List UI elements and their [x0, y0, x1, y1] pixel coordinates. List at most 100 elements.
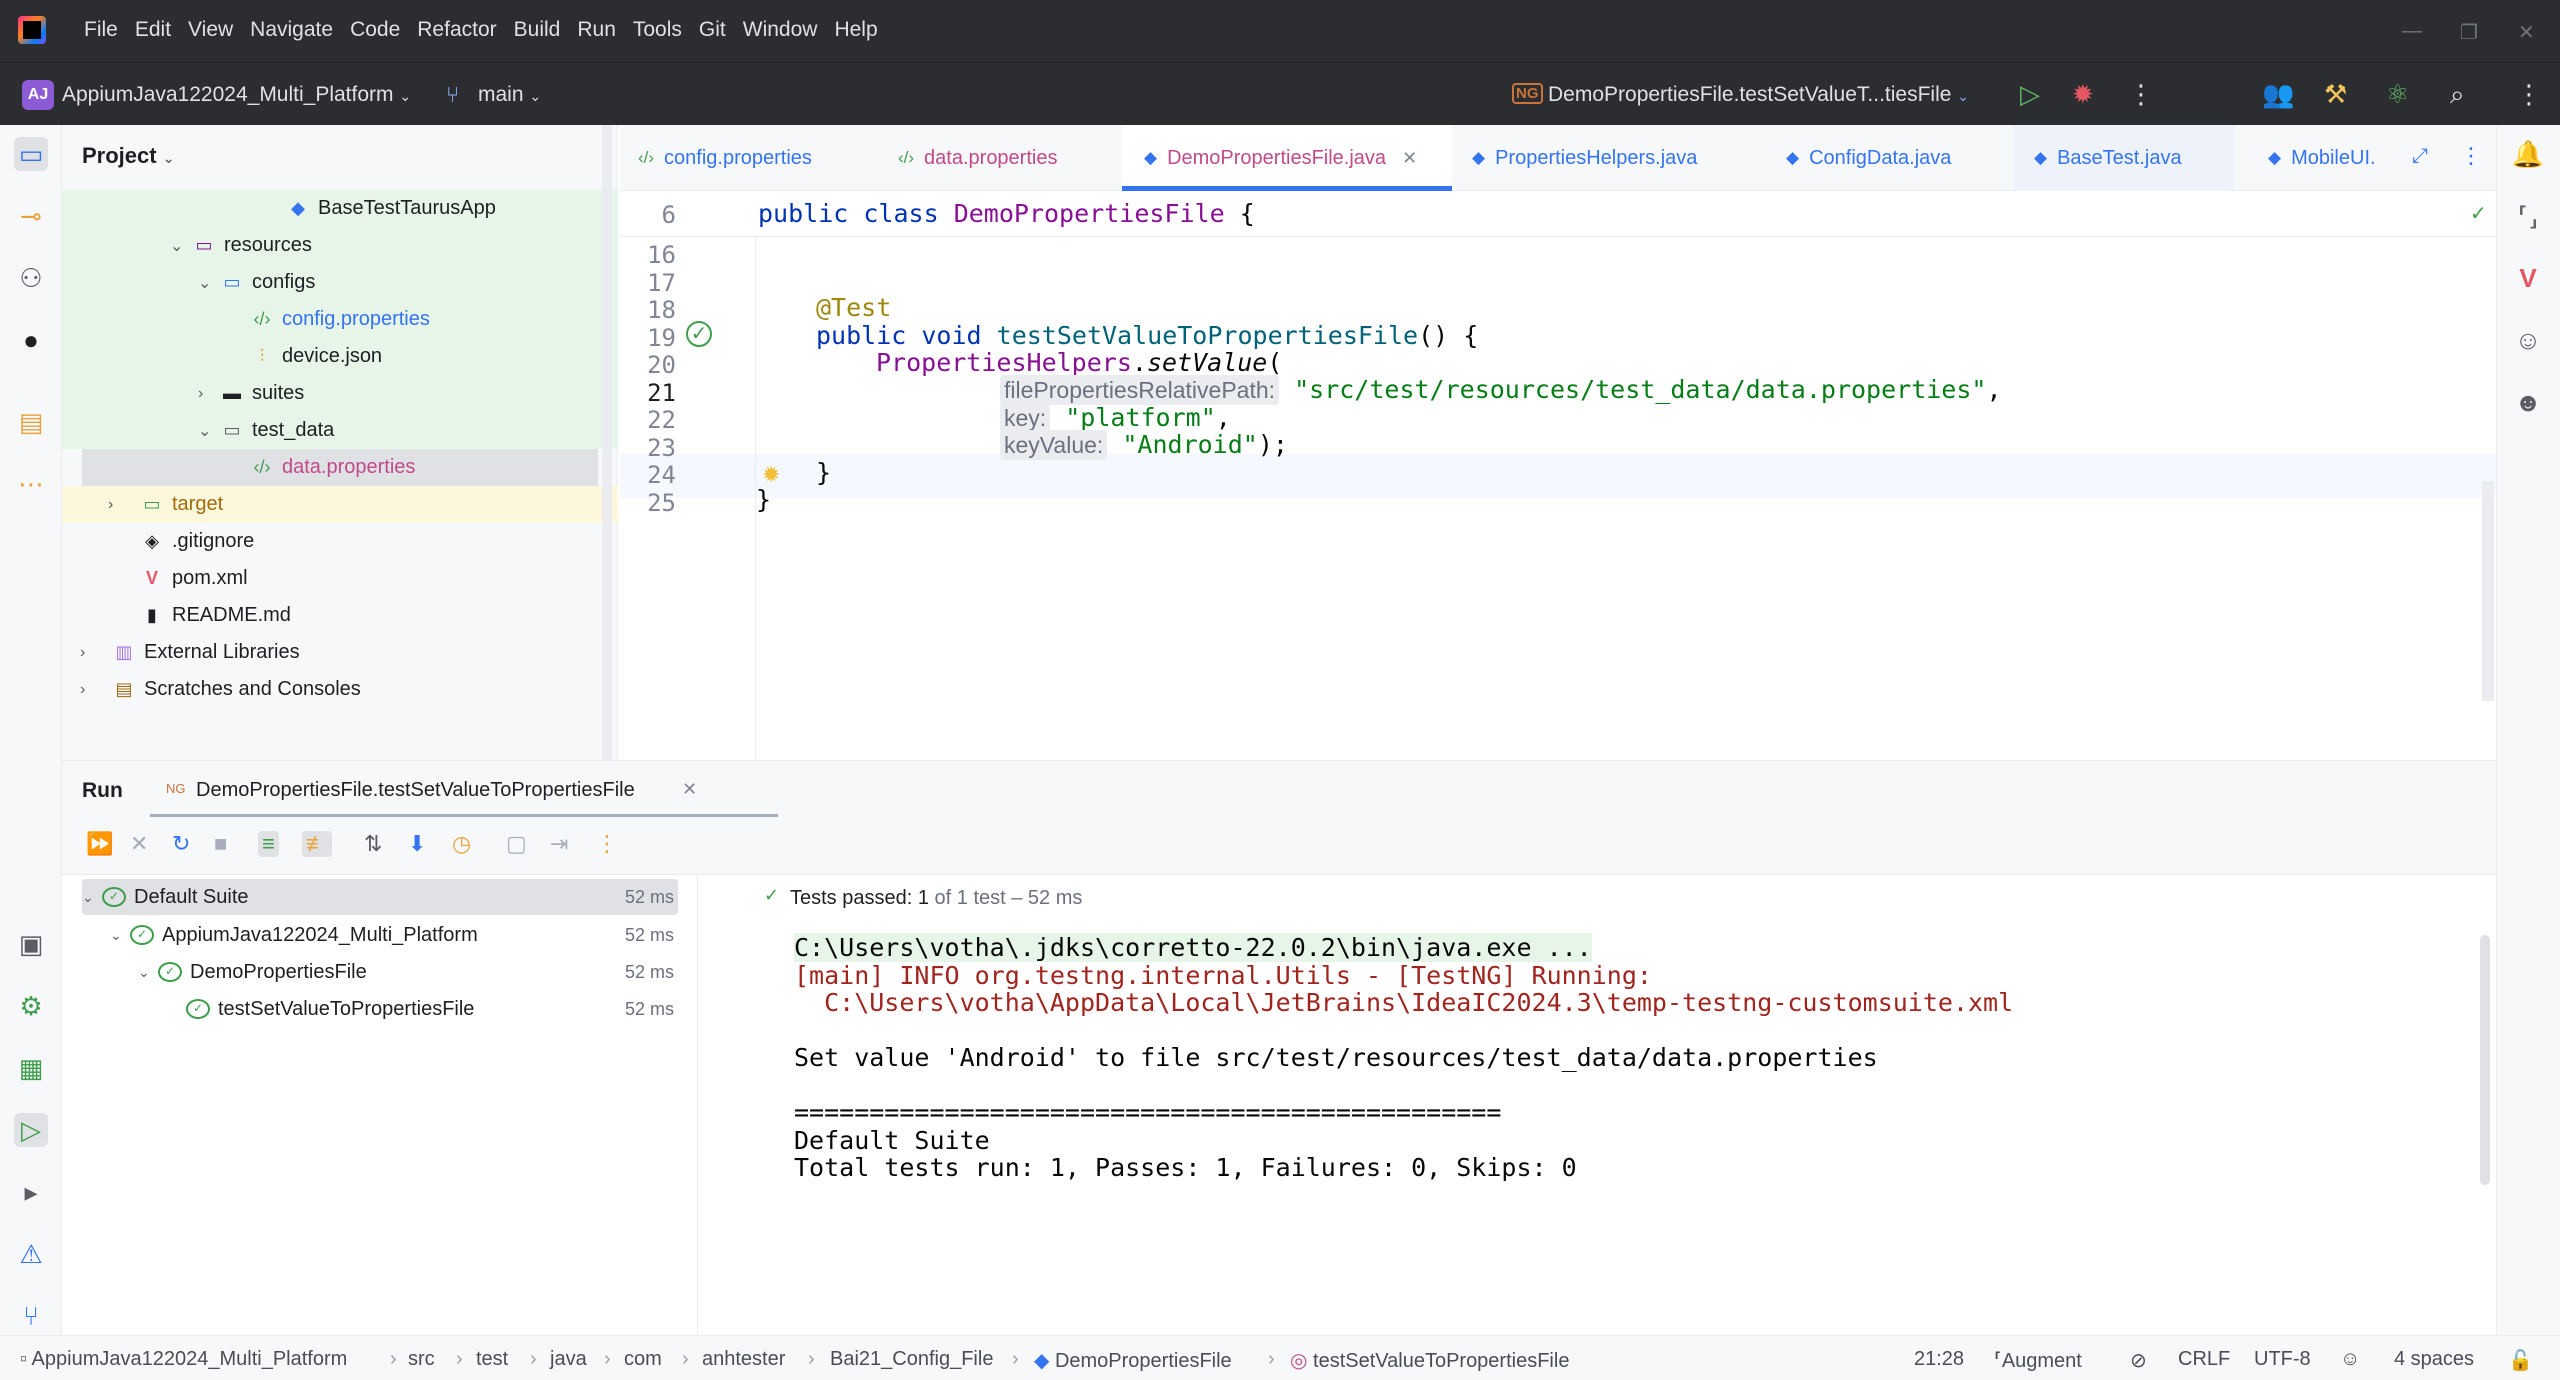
- tree-item-device-json[interactable]: ⫶ device.json: [62, 338, 618, 375]
- tree-item-configs[interactable]: ⌄ ▭ configs: [62, 264, 618, 301]
- test-node-method[interactable]: ✓ testSetValueToPropertiesFile 52 ms: [186, 991, 678, 1027]
- project-scrollbar[interactable]: [602, 125, 612, 760]
- breadcrumb-item[interactable]: test: [476, 1348, 508, 1371]
- breadcrumb-item[interactable]: Bai21_Config_File: [830, 1348, 993, 1371]
- menu-run[interactable]: Run: [577, 18, 616, 42]
- chevron-down-icon[interactable]: ⌄: [110, 927, 130, 944]
- more-vertical-icon[interactable]: ⋮: [2516, 79, 2542, 110]
- breadcrumb-item[interactable]: com: [624, 1348, 662, 1371]
- branch-selector[interactable]: main ⌄: [478, 83, 541, 107]
- close-tab-icon[interactable]: ✕: [1402, 148, 1417, 169]
- menu-edit[interactable]: Edit: [135, 18, 171, 42]
- breadcrumb-item[interactable]: ◆ DemoPropertiesFile: [1034, 1348, 1232, 1373]
- file-encoding[interactable]: UTF-8: [2254, 1348, 2311, 1371]
- chevron-down-icon[interactable]: ⌄: [138, 964, 158, 981]
- tab-demopropertiesfile[interactable]: ◆ DemoPropertiesFile.java ✕: [1122, 125, 1452, 191]
- line-separator[interactable]: CRLF: [2178, 1348, 2230, 1371]
- maven-icon[interactable]: V: [2511, 261, 2545, 295]
- project-selector[interactable]: AppiumJava122024_Multi_Platform ⌄: [62, 83, 411, 107]
- chevron-right-icon[interactable]: ›: [80, 681, 100, 699]
- code-editor[interactable]: 6 public class DemoPropertiesFile { ✓ 16…: [620, 191, 2496, 759]
- breadcrumb-item[interactable]: ◎ testSetValueToPropertiesFile: [1290, 1348, 1569, 1373]
- close-window-icon[interactable]: ✕: [2518, 20, 2535, 45]
- tree-item-scratches[interactable]: › ▤ Scratches and Consoles: [62, 671, 618, 708]
- terminal-icon[interactable]: ▸: [14, 1175, 48, 1209]
- inspection-ok-icon[interactable]: ✓: [2470, 201, 2487, 226]
- copilot-chat-icon[interactable]: ☻: [2511, 385, 2545, 419]
- more-vertical-icon[interactable]: ⋮: [2128, 79, 2154, 110]
- build-tools-icon[interactable]: ⚒: [2324, 79, 2347, 110]
- screenshot-icon[interactable]: ▢: [506, 831, 527, 857]
- more-vertical-icon[interactable]: ⋮: [2460, 143, 2482, 169]
- caret-position[interactable]: 21:28: [1914, 1348, 1964, 1371]
- editor-scrollbar[interactable]: [2482, 481, 2494, 701]
- database-icon[interactable]: ▤: [14, 405, 48, 439]
- code-with-me-icon[interactable]: 👥: [2262, 79, 2294, 110]
- minimize-icon[interactable]: —: [2402, 20, 2422, 43]
- rerun-failed-icon[interactable]: ⏩: [86, 831, 113, 857]
- search-icon[interactable]: ⌕: [2450, 79, 2465, 111]
- run-icon[interactable]: ▷: [2020, 79, 2040, 110]
- tree-item-config-properties[interactable]: ‹/› config.properties: [62, 301, 618, 338]
- menu-build[interactable]: Build: [514, 18, 561, 42]
- tree-item-data-properties[interactable]: ‹/› data.properties: [82, 449, 598, 486]
- exit-icon[interactable]: ⇥: [550, 831, 568, 857]
- git-icon[interactable]: ⑂: [14, 1299, 48, 1333]
- history-icon[interactable]: ◷: [452, 831, 471, 857]
- augment-widget[interactable]: ⸢Augment: [1994, 1348, 2082, 1373]
- tree-item-suites[interactable]: › ▬ suites: [62, 375, 618, 412]
- menu-code[interactable]: Code: [350, 18, 400, 42]
- expand-icon[interactable]: ⤢: [2412, 145, 2428, 168]
- tab-propertieshelpers[interactable]: ◆ PropertiesHelpers.java: [1472, 125, 1697, 191]
- more-vertical-icon[interactable]: ⋮: [596, 831, 618, 857]
- services-icon[interactable]: ⚙: [14, 989, 48, 1023]
- sticky-header[interactable]: 6 public class DemoPropertiesFile { ✓: [620, 191, 2496, 237]
- restore-icon[interactable]: ❐: [2460, 20, 2478, 45]
- breadcrumb-item[interactable]: anhtester: [702, 1348, 785, 1371]
- code-vision-icon[interactable]: ⸢⸥: [2511, 199, 2545, 233]
- intellij-logo-icon[interactable]: [18, 16, 46, 44]
- rerun-icon[interactable]: ↻: [172, 831, 190, 857]
- export-icon[interactable]: ⬇: [408, 831, 426, 857]
- test-node-project[interactable]: ⌄ ✓ AppiumJava122024_Multi_Platform 52 m…: [110, 917, 678, 953]
- tree-item-resources[interactable]: ⌄ ▭ resources: [62, 227, 618, 264]
- menu-help[interactable]: Help: [834, 18, 877, 42]
- chevron-right-icon[interactable]: ›: [108, 496, 128, 514]
- github-icon[interactable]: ●: [14, 323, 48, 357]
- tree-item-target[interactable]: › ▭ target: [62, 486, 618, 523]
- menu-view[interactable]: View: [188, 18, 233, 42]
- copilot-icon[interactable]: ☺: [2511, 323, 2545, 357]
- project-panel-title[interactable]: Project ⌄: [82, 143, 174, 169]
- run-tool-icon[interactable]: ▷: [14, 1113, 48, 1147]
- breadcrumb-item[interactable]: java: [550, 1348, 587, 1371]
- lock-icon[interactable]: 🔓: [2508, 1348, 2533, 1373]
- chevron-down-icon[interactable]: ⌄: [82, 889, 102, 906]
- rerun-failed-only-icon[interactable]: ✕: [130, 831, 148, 857]
- menu-tools[interactable]: Tools: [633, 18, 682, 42]
- ai-assistant-icon[interactable]: ⚛: [2386, 79, 2409, 110]
- no-ai-icon[interactable]: ⊘: [2130, 1348, 2147, 1373]
- run-test-gutter-icon[interactable]: ✓: [686, 321, 712, 347]
- pull-requests-icon[interactable]: ⚇: [14, 261, 48, 295]
- test-node-default-suite[interactable]: ⌄ ✓ Default Suite 52 ms: [82, 879, 678, 915]
- menu-refactor[interactable]: Refactor: [417, 18, 496, 42]
- bookmarks-icon[interactable]: ▣: [14, 927, 48, 961]
- chevron-down-icon[interactable]: ⌄: [198, 421, 218, 441]
- close-tab-icon[interactable]: ✕: [682, 779, 697, 800]
- menu-git[interactable]: Git: [699, 18, 726, 42]
- tab-config-properties[interactable]: ‹/› config.properties: [638, 125, 812, 191]
- chevron-down-icon[interactable]: ⌄: [170, 236, 190, 256]
- project-avatar[interactable]: AJ: [22, 80, 54, 110]
- console-output[interactable]: C:\Users\votha\.jdks\corretto-22.0.2\bin…: [698, 923, 2496, 1336]
- project-view-icon[interactable]: ▭: [14, 137, 48, 171]
- tree-item-external-libraries[interactable]: › ▥ External Libraries: [62, 634, 618, 671]
- sort-icon[interactable]: ⇅: [364, 831, 382, 857]
- test-node-class[interactable]: ⌄ ✓ DemoPropertiesFile 52 ms: [138, 954, 678, 990]
- tab-mobileui[interactable]: ◆ MobileUI.: [2268, 125, 2376, 191]
- copilot-status-icon[interactable]: ☺: [2340, 1348, 2360, 1371]
- breadcrumb-item[interactable]: src: [408, 1348, 435, 1371]
- chevron-right-icon[interactable]: ›: [198, 385, 218, 403]
- run-tab[interactable]: DemoPropertiesFile.testSetValueToPropert…: [196, 779, 635, 802]
- more-tools-icon[interactable]: ⋯: [14, 467, 48, 501]
- console-scrollbar[interactable]: [2480, 935, 2490, 1185]
